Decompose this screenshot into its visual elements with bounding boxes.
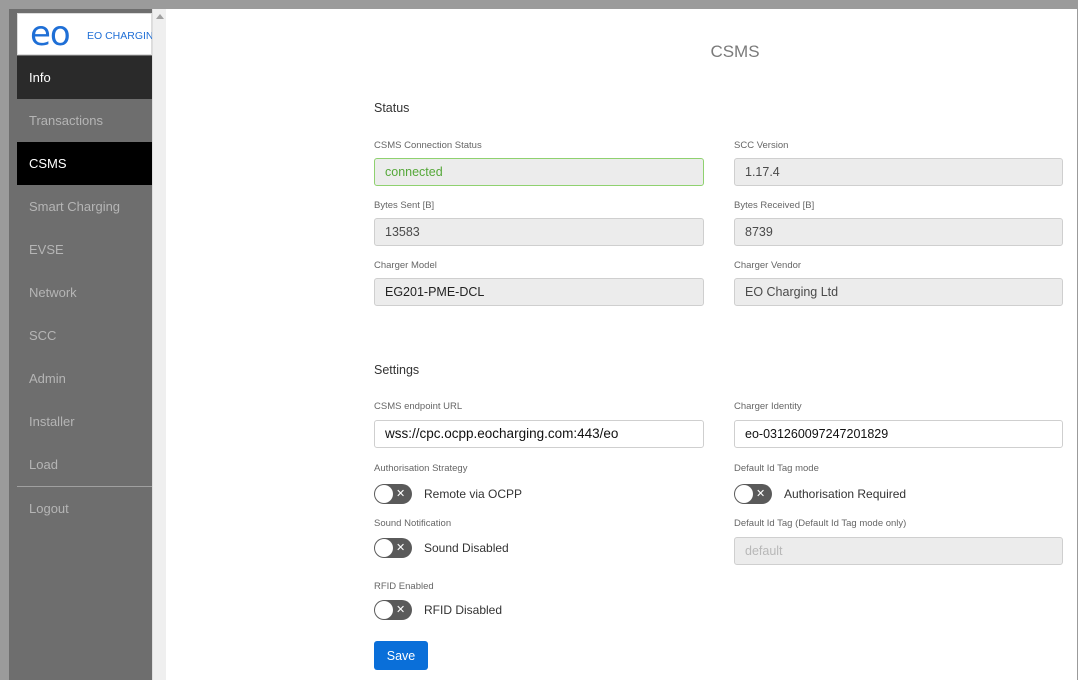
close-icon: ✕ xyxy=(756,488,766,500)
sidebar-scrollbar[interactable] xyxy=(152,9,166,680)
toggle-knob xyxy=(735,485,753,503)
endpoint-url-label: CSMS endpoint URL xyxy=(374,401,463,412)
sidebar-item-admin[interactable]: Admin xyxy=(17,357,152,400)
sidebar-item-evse[interactable]: EVSE xyxy=(17,228,152,271)
charger-identity-label: Charger Identity xyxy=(734,401,802,412)
status-section-title: Status xyxy=(374,101,410,115)
sidebar-item-csms[interactable]: CSMS xyxy=(17,142,152,185)
scc-version-field: 1.17.4 xyxy=(734,158,1063,186)
rfid-enabled-toggle[interactable]: ✕ xyxy=(374,600,412,620)
page-title: CSMS xyxy=(710,42,760,61)
default-idtag-mode-label: Default Id Tag mode xyxy=(734,463,819,474)
sidebar-item-transactions[interactable]: Transactions xyxy=(17,99,152,142)
sidebar-item-logout[interactable]: Logout xyxy=(17,487,152,530)
charger-identity-input[interactable]: eo-031260097247201829 xyxy=(734,420,1063,448)
bytes-received-label: Bytes Received [B] xyxy=(734,200,815,211)
charger-model-label: Charger Model xyxy=(374,260,437,271)
logo-text: EO CHARGING xyxy=(87,30,162,42)
charger-vendor-label: Charger Vendor xyxy=(734,260,802,271)
default-idtag-mode-text: Authorisation Required xyxy=(784,487,907,501)
endpoint-url-input[interactable]: wss://cpc.ocpp.eocharging.com:443/eo xyxy=(374,420,704,448)
close-icon: ✕ xyxy=(396,542,406,554)
scroll-up-arrow-icon[interactable] xyxy=(156,14,164,19)
toggle-knob xyxy=(375,601,393,619)
sound-notification-toggle[interactable]: ✕ xyxy=(374,538,412,558)
default-idtag-input[interactable]: default xyxy=(734,537,1063,565)
settings-section-title: Settings xyxy=(374,363,420,377)
authorisation-strategy-text: Remote via OCPP xyxy=(424,487,523,501)
sidebar-item-load[interactable]: Load xyxy=(17,443,152,486)
connection-status-field: connected xyxy=(374,158,704,186)
toggle-knob xyxy=(375,485,393,503)
close-icon: ✕ xyxy=(396,488,406,500)
bytes-received-field: 8739 xyxy=(734,218,1063,246)
toggle-knob xyxy=(375,539,393,557)
logo: eo EO CHARGING xyxy=(17,13,162,55)
connection-status-label: CSMS Connection Status xyxy=(374,140,482,151)
sidebar-item-network[interactable]: Network xyxy=(17,271,152,314)
scc-version-label: SCC Version xyxy=(734,140,789,151)
sidebar-item-scc[interactable]: SCC xyxy=(17,314,152,357)
rfid-enabled-label: RFID Enabled xyxy=(374,581,434,592)
sound-notification-label: Sound Notification xyxy=(374,518,452,529)
charger-model-field: EG201-PME-DCL xyxy=(374,278,704,306)
save-button[interactable]: Save xyxy=(374,641,428,670)
close-icon: ✕ xyxy=(396,604,406,616)
authorisation-strategy-toggle[interactable]: ✕ xyxy=(374,484,412,504)
sound-notification-text: Sound Disabled xyxy=(424,541,509,555)
logo-mark: eo xyxy=(30,14,71,54)
sidebar-item-smart-charging[interactable]: Smart Charging xyxy=(17,185,152,228)
bytes-sent-field: 13583 xyxy=(374,218,704,246)
default-idtag-mode-toggle[interactable]: ✕ xyxy=(734,484,772,504)
sidebar-item-installer[interactable]: Installer xyxy=(17,400,152,443)
bytes-sent-label: Bytes Sent [B] xyxy=(374,200,435,211)
rfid-enabled-text: RFID Disabled xyxy=(424,603,503,617)
sidebar-item-info[interactable]: Info xyxy=(17,56,152,99)
authorisation-strategy-label: Authorisation Strategy xyxy=(374,463,468,474)
default-idtag-label: Default Id Tag (Default Id Tag mode only… xyxy=(734,518,907,529)
charger-vendor-field: EO Charging Ltd xyxy=(734,278,1063,306)
